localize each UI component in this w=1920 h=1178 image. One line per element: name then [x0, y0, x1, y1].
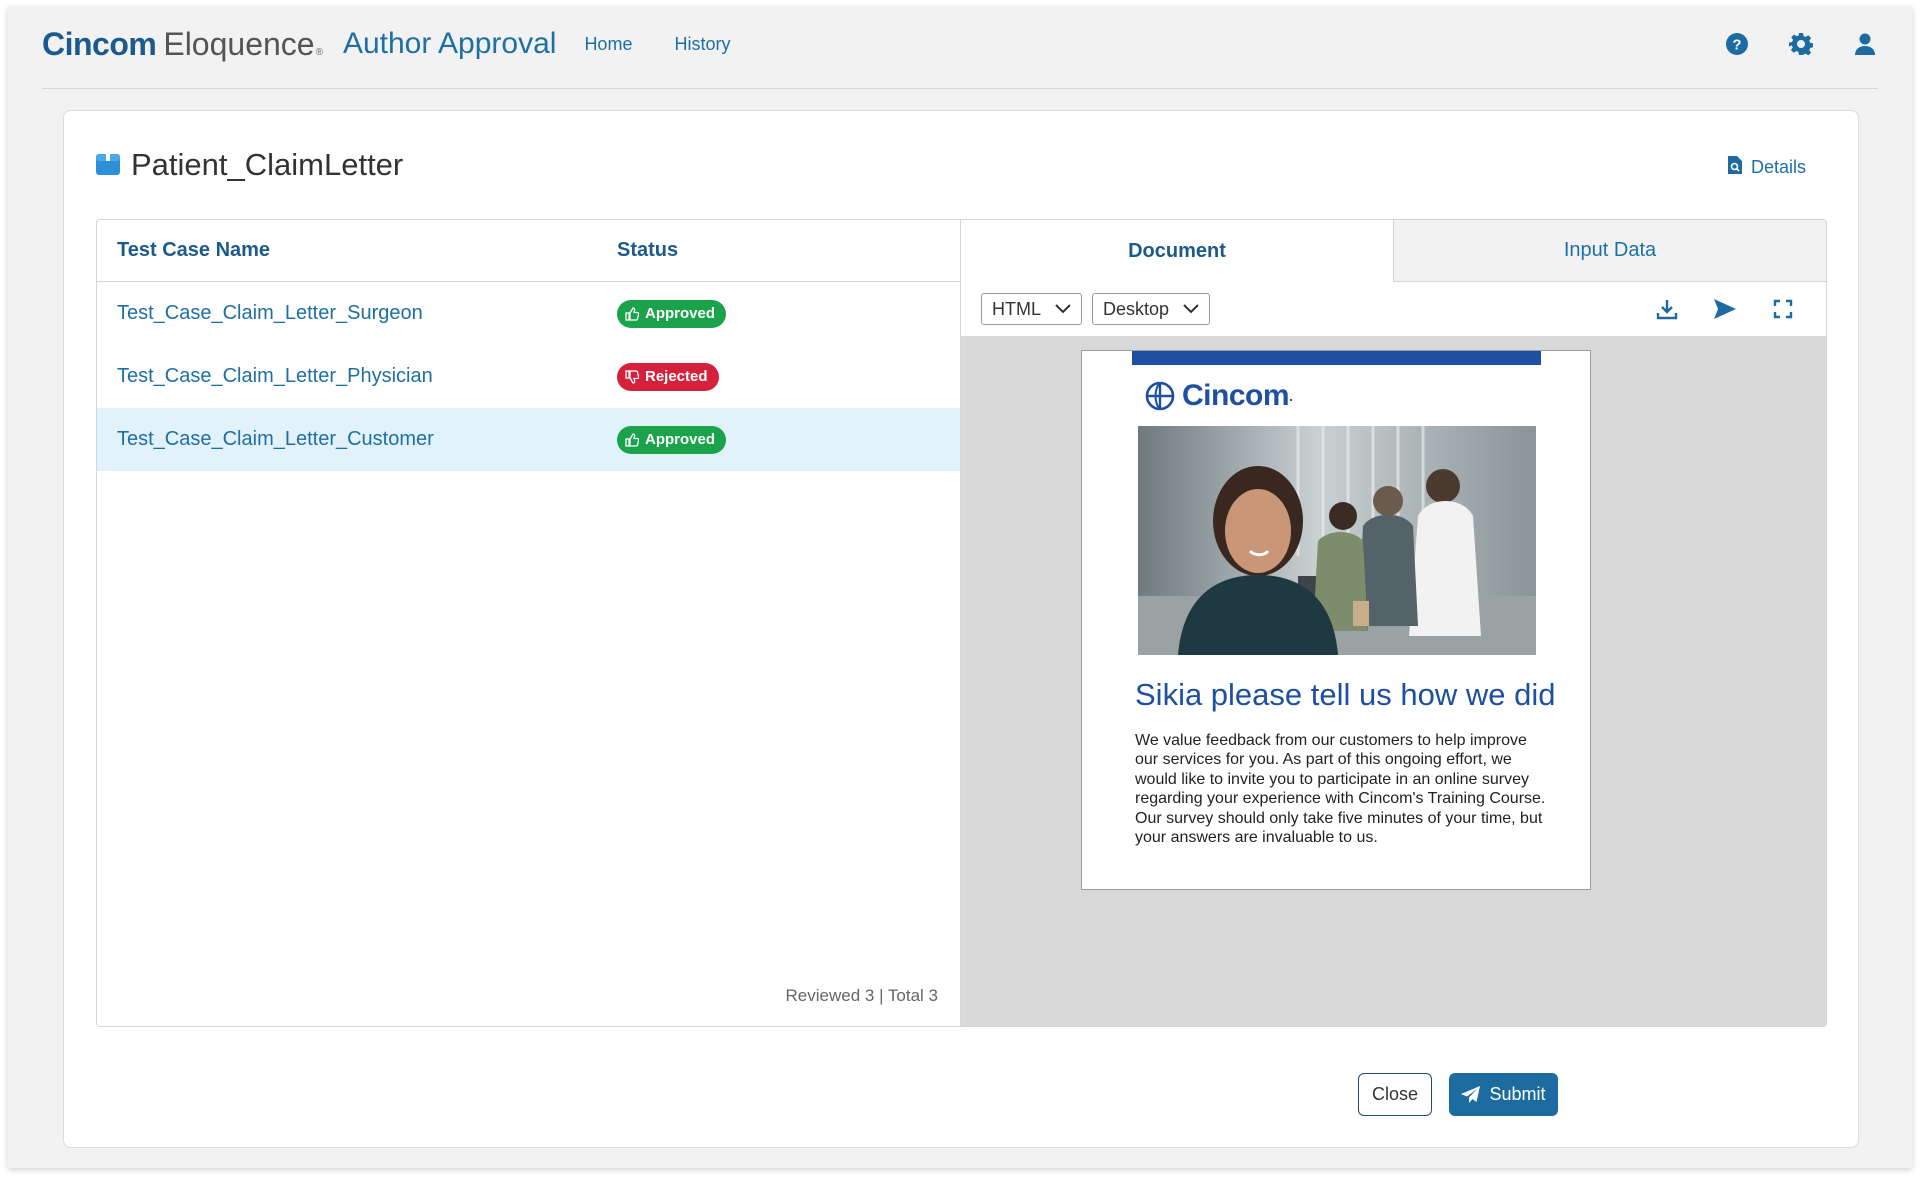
main-nav: Home History — [584, 34, 772, 55]
card-title: Patient_ClaimLetter — [95, 147, 403, 183]
document-heading: Sikia please tell us how we did — [1135, 677, 1556, 712]
table-row-selected[interactable]: Test_Case_Claim_Letter_Customer Approved — [97, 408, 960, 471]
download-icon[interactable] — [1654, 296, 1680, 322]
nav-home-link[interactable]: Home — [584, 34, 632, 55]
status-badge: Approved — [617, 425, 727, 454]
thumbs-down-icon — [625, 369, 639, 384]
tab-input-data[interactable]: Input Data — [1393, 220, 1826, 282]
device-select[interactable]: Desktop — [1092, 293, 1211, 325]
document-search-icon — [1727, 155, 1743, 180]
preview-pane: Document Input Data HTML Desktop Cincom … — [961, 220, 1826, 1026]
table-row[interactable]: Test_Case_Claim_Letter_Physician Rejecte… — [97, 345, 960, 408]
test-case-list: Test Case Name Status Test_Case_Claim_Le… — [97, 220, 961, 1026]
brand-secondary: Eloquence — [163, 25, 315, 62]
thumbs-up-icon — [625, 432, 639, 447]
app-window: Cincom Eloquence ® Author Approval Home … — [8, 6, 1912, 1168]
send-icon[interactable] — [1712, 296, 1738, 322]
brand-registered-mark: ® — [315, 46, 323, 58]
email-document: Cincom. Sikia please tell us how we did … — [1081, 350, 1591, 890]
project-title: Patient_ClaimLetter — [131, 147, 404, 182]
cincom-globe-icon — [1145, 381, 1175, 411]
logo-text: Cincom — [1182, 379, 1290, 412]
test-case-name[interactable]: Test_Case_Claim_Letter_Customer — [117, 428, 617, 451]
format-select[interactable]: HTML — [981, 293, 1082, 325]
thumbs-up-icon — [625, 306, 639, 321]
preview-tabs: Document Input Data — [961, 220, 1826, 282]
column-header-status: Status — [617, 239, 679, 261]
details-link[interactable]: Details — [1727, 155, 1806, 180]
user-icon[interactable] — [1852, 31, 1878, 57]
test-case-name[interactable]: Test_Case_Claim_Letter_Surgeon — [117, 302, 617, 325]
status-badge: Approved — [617, 299, 727, 328]
details-label: Details — [1750, 157, 1806, 177]
svg-text:?: ? — [1732, 37, 1741, 54]
document-body: We value feedback from our customers to … — [1135, 732, 1546, 847]
review-count: Reviewed 3 | Total 3 — [785, 986, 938, 1005]
close-button[interactable]: Close — [1358, 1073, 1432, 1116]
tab-document[interactable]: Document — [961, 220, 1393, 282]
office-photo-image — [1138, 426, 1536, 655]
package-icon — [95, 150, 121, 181]
format-select-value: HTML — [992, 298, 1041, 319]
column-header-name: Test Case Name — [117, 239, 271, 261]
submit-button[interactable]: Submit — [1449, 1073, 1558, 1116]
chevron-down-icon — [1183, 304, 1199, 314]
device-select-value: Desktop — [1103, 298, 1170, 319]
logo-mark: . — [1289, 388, 1293, 404]
chevron-down-icon — [1055, 304, 1071, 314]
app-title: Author Approval — [342, 27, 557, 60]
submit-label: Submit — [1489, 1084, 1546, 1104]
preview-tool-icons — [1622, 296, 1796, 322]
app-header: Cincom Eloquence ® Author Approval Home … — [42, 6, 1878, 89]
table-header: Test Case Name Status — [97, 220, 960, 282]
split-panel: Test Case Name Status Test_Case_Claim_Le… — [96, 219, 1827, 1027]
brand-primary: Cincom — [42, 25, 157, 62]
status-label: Rejected — [645, 368, 708, 385]
approval-card: Patient_ClaimLetter Details Test Case Na… — [63, 110, 1859, 1148]
status-badge: Rejected — [617, 362, 719, 391]
cincom-logo: Cincom. — [1144, 379, 1293, 413]
status-label: Approved — [645, 431, 716, 448]
header-icons: ? — [1686, 31, 1878, 57]
fullscreen-icon[interactable] — [1770, 296, 1796, 322]
document-preview-area: Cincom. Sikia please tell us how we did … — [961, 336, 1826, 1026]
test-case-name[interactable]: Test_Case_Claim_Letter_Physician — [117, 365, 617, 388]
paper-plane-icon — [1461, 1085, 1481, 1103]
help-icon[interactable]: ? — [1724, 31, 1750, 57]
status-label: Approved — [645, 305, 716, 322]
brand-logo: Cincom Eloquence ® — [42, 26, 323, 63]
gear-icon[interactable] — [1788, 31, 1814, 57]
nav-history-link[interactable]: History — [674, 34, 730, 55]
document-header-bar — [1132, 351, 1541, 365]
table-row[interactable]: Test_Case_Claim_Letter_Surgeon Approved — [97, 282, 960, 345]
preview-toolbar: HTML Desktop — [961, 282, 1826, 336]
